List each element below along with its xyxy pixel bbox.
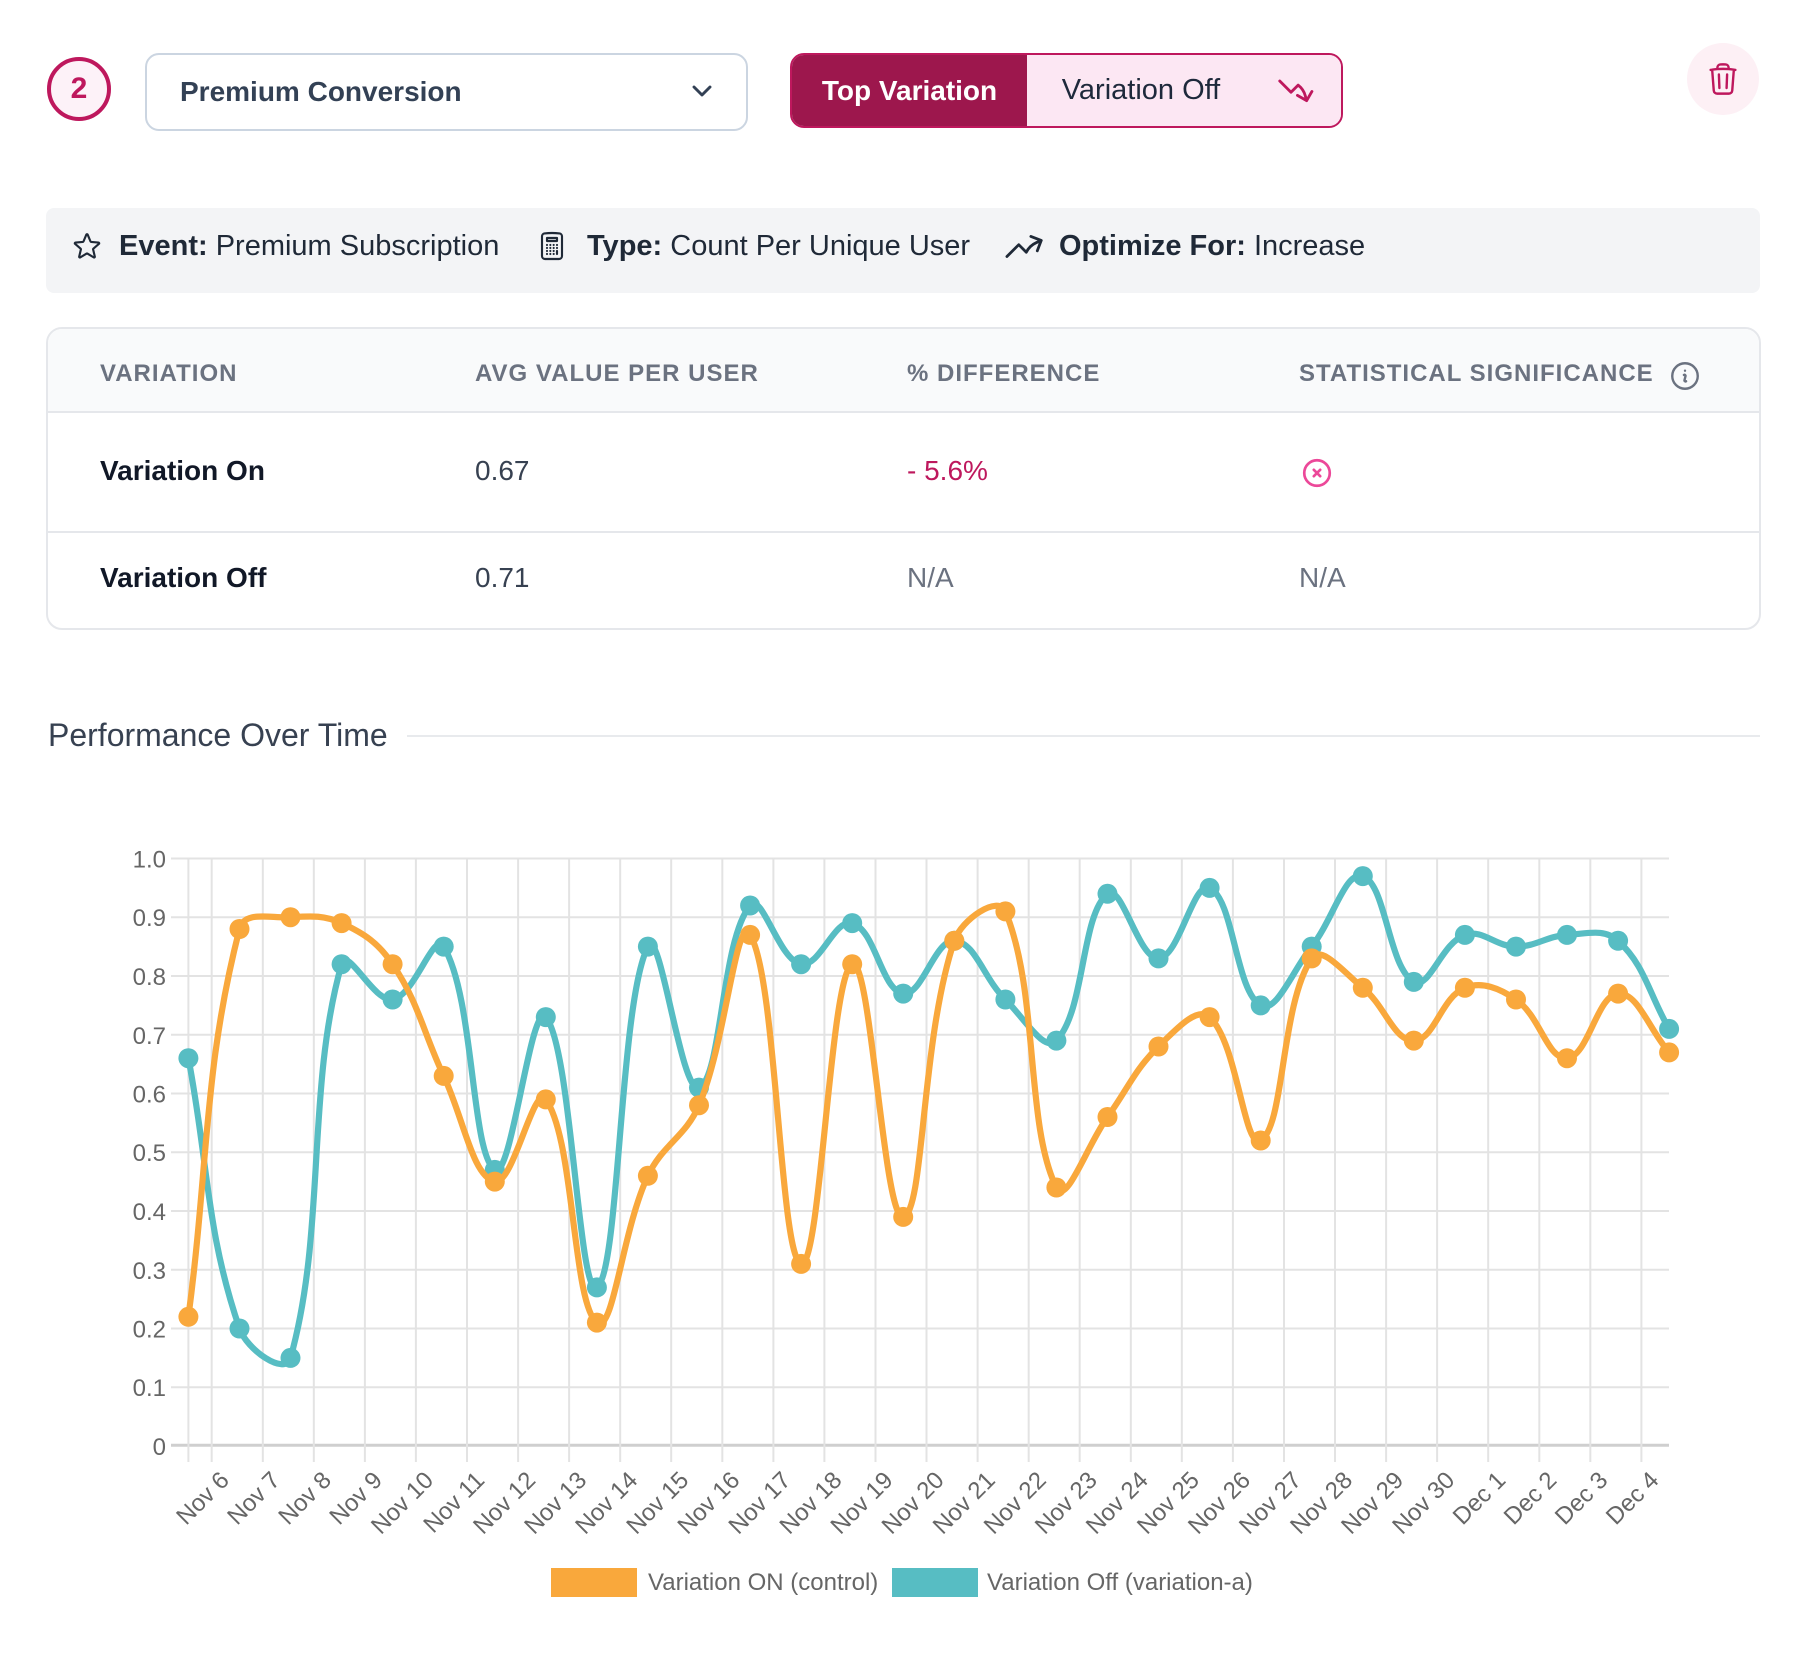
- svg-text:0.1: 0.1: [133, 1375, 166, 1402]
- svg-text:0.6: 0.6: [133, 1082, 166, 1109]
- svg-text:0.3: 0.3: [133, 1258, 166, 1285]
- svg-text:Dec 4: Dec 4: [1601, 1467, 1664, 1530]
- svg-text:0.8: 0.8: [133, 964, 166, 991]
- svg-text:0: 0: [153, 1434, 166, 1461]
- svg-text:0.2: 0.2: [133, 1317, 166, 1344]
- svg-text:0.9: 0.9: [133, 905, 166, 932]
- svg-text:0.5: 0.5: [133, 1140, 166, 1167]
- svg-text:Dec 2: Dec 2: [1499, 1467, 1562, 1530]
- svg-text:Dec 3: Dec 3: [1550, 1467, 1613, 1530]
- svg-text:0.7: 0.7: [133, 1023, 166, 1050]
- svg-text:Nov 7: Nov 7: [222, 1467, 285, 1530]
- svg-text:Dec 1: Dec 1: [1448, 1467, 1511, 1530]
- svg-text:0.4: 0.4: [133, 1199, 166, 1226]
- svg-text:Nov 6: Nov 6: [171, 1467, 234, 1530]
- svg-text:1.0: 1.0: [133, 847, 166, 874]
- svg-text:Nov 8: Nov 8: [273, 1467, 336, 1530]
